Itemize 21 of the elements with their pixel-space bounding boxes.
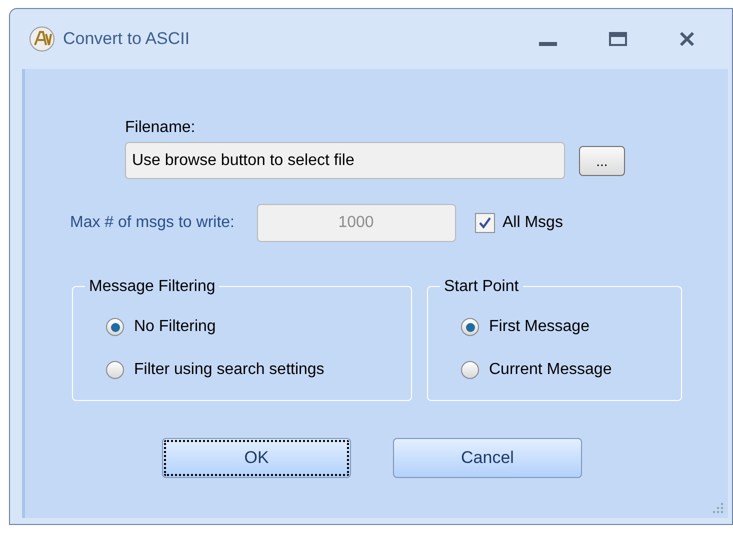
radio-label: First Message xyxy=(489,317,590,337)
radio-button[interactable] xyxy=(461,318,479,336)
filename-field[interactable]: Use browse button to select file xyxy=(125,142,565,179)
filename-label: Filename: xyxy=(125,119,196,136)
all-msgs-checkbox[interactable] xyxy=(474,213,494,233)
radio-button[interactable] xyxy=(106,361,124,379)
all-msgs-label: All Msgs xyxy=(502,213,563,233)
browse-button[interactable]: ... xyxy=(579,146,625,176)
window-title: Convert to ASCII xyxy=(63,28,190,50)
radio-label: Current Message xyxy=(489,360,612,380)
max-msgs-label: Max # of msgs to write: xyxy=(70,213,234,233)
close-icon[interactable] xyxy=(679,31,695,47)
cancel-button[interactable]: Cancel xyxy=(393,438,582,478)
radio-button[interactable] xyxy=(106,318,124,336)
app-logo-icon xyxy=(29,26,55,52)
resize-grip-icon[interactable] xyxy=(712,502,724,514)
radio-button[interactable] xyxy=(461,361,479,379)
maximize-icon[interactable] xyxy=(609,32,627,46)
radio-label: No Filtering xyxy=(134,317,216,337)
radio-label: Filter using search settings xyxy=(134,360,324,380)
ok-button[interactable]: OK xyxy=(162,438,351,478)
